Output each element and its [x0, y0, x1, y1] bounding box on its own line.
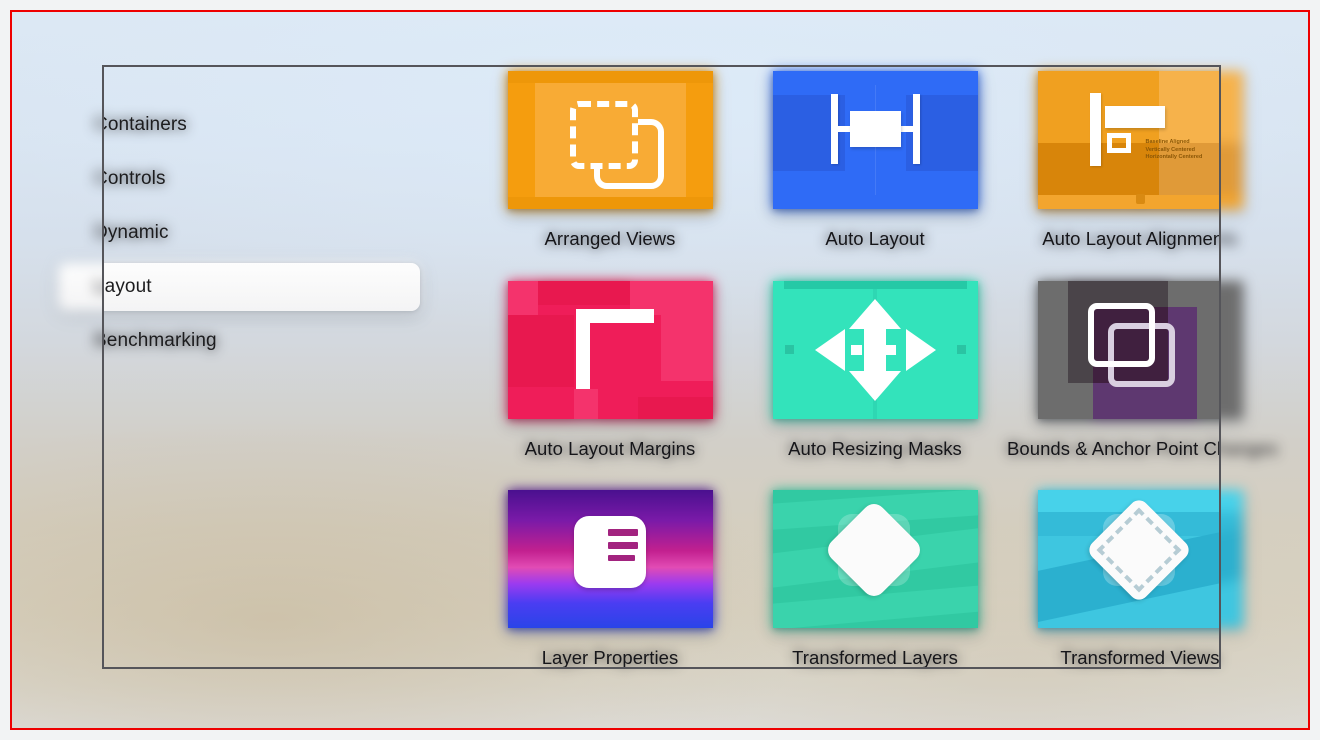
alignment-annotation-2: Vertically Centered: [1145, 146, 1196, 153]
tile-label: Bounds & Anchor Point Changes: [1007, 438, 1219, 459]
gallery-tile-transformed-layers[interactable]: Transformed Layers: [742, 490, 1008, 667]
gallery-grid: Arranged Views Auto Layout Baseline Alig: [104, 67, 1219, 667]
rotated-square-icon: [772, 490, 978, 628]
focused-region: Containers Controls Dynamic Layout Bench…: [104, 67, 1219, 667]
gallery-tile-transformed-views[interactable]: Transformed Views: [1007, 490, 1219, 667]
tile-label: Auto Layout: [825, 228, 925, 249]
four-way-arrow-icon: [772, 281, 978, 419]
alignment-icon: Baseline Aligned Vertically Centered Hor…: [1037, 71, 1219, 209]
gallery-tile-bounds-anchor-point[interactable]: Bounds & Anchor Point Changes: [1007, 281, 1219, 460]
tile-label: Auto Layout Alignments: [1042, 228, 1219, 249]
tile-label: Layer Properties: [541, 647, 679, 667]
gallery-tile-arranged-views[interactable]: Arranged Views: [477, 71, 743, 250]
gallery-tile-auto-layout[interactable]: Auto Layout: [742, 71, 1008, 250]
gallery-tile-auto-layout-alignments[interactable]: Baseline Aligned Vertically Centered Hor…: [1007, 71, 1219, 250]
gallery-tile-layer-properties[interactable]: Layer Properties: [477, 490, 743, 667]
tile-label: Arranged Views: [544, 228, 676, 249]
tile-label: Auto Layout Margins: [524, 438, 696, 459]
gallery-tile-auto-layout-margins[interactable]: Auto Layout Margins: [477, 281, 743, 460]
stacked-squares-icon: [507, 71, 713, 209]
rotated-dashed-square-icon: [1037, 490, 1219, 628]
layer-card-icon: [507, 490, 713, 628]
screenshot-root: Containers Controls Dynamic Layout Bench…: [0, 0, 1320, 740]
alignment-annotation-3: Horizontally Centered: [1145, 154, 1203, 160]
margin-corner-icon: [507, 281, 713, 419]
gallery-tile-auto-resizing-masks[interactable]: Auto Resizing Masks: [742, 281, 1008, 460]
tile-label: Auto Resizing Masks: [788, 438, 962, 459]
overlapping-squares-icon: [1037, 281, 1219, 419]
tile-label: Transformed Layers: [792, 647, 958, 667]
tile-label: Transformed Views: [1060, 647, 1219, 667]
constraint-icon: [772, 71, 978, 209]
alignment-annotation-1: Baseline Aligned: [1145, 139, 1190, 145]
